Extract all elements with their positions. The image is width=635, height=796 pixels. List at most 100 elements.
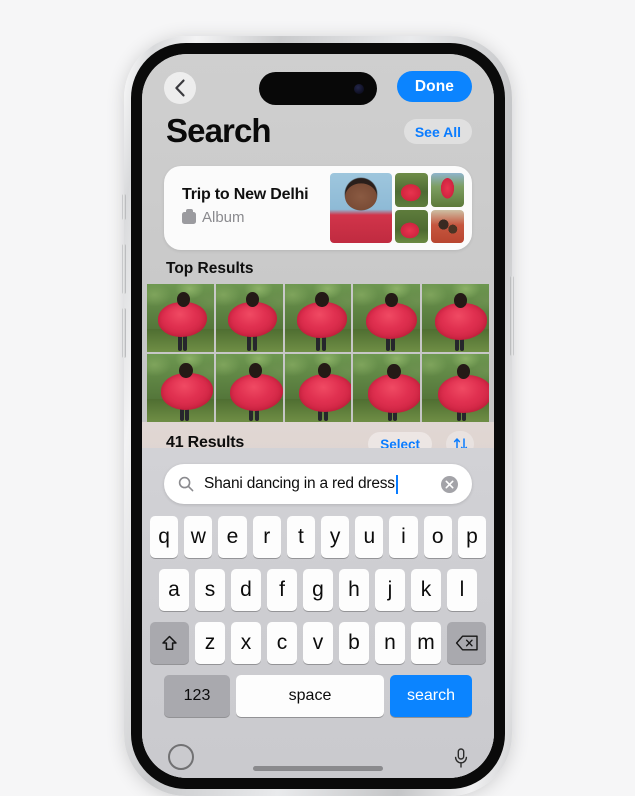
shift-icon bbox=[162, 635, 177, 650]
search-return-key-label: search bbox=[406, 687, 456, 704]
key-i[interactable]: i bbox=[389, 516, 418, 558]
space-key-label: space bbox=[288, 687, 332, 704]
key-w[interactable]: w bbox=[184, 516, 213, 558]
key-z[interactable]: z bbox=[195, 622, 225, 664]
key-e[interactable]: e bbox=[218, 516, 247, 558]
key-x[interactable]: x bbox=[231, 622, 261, 664]
key-h[interactable]: h bbox=[339, 569, 369, 611]
key-label: k bbox=[420, 578, 432, 601]
back-button[interactable] bbox=[164, 72, 196, 104]
space-key[interactable]: space bbox=[236, 675, 384, 717]
key-label: r bbox=[263, 525, 271, 548]
microphone-icon[interactable] bbox=[454, 748, 468, 768]
numbers-key[interactable]: 123 bbox=[164, 675, 230, 717]
volume-down-button[interactable] bbox=[122, 308, 126, 358]
key-y[interactable]: y bbox=[321, 516, 350, 558]
album-thumbnail-stack bbox=[330, 173, 464, 243]
key-label: z bbox=[204, 631, 216, 654]
delete-key[interactable] bbox=[447, 622, 486, 664]
key-label: e bbox=[226, 525, 239, 548]
key-label: d bbox=[240, 578, 252, 601]
album-result-card[interactable]: Trip to New Delhi Album bbox=[164, 166, 472, 250]
done-button-label: Done bbox=[414, 77, 454, 95]
key-m[interactable]: m bbox=[411, 622, 441, 664]
shift-key[interactable] bbox=[150, 622, 189, 664]
key-n[interactable]: n bbox=[375, 622, 405, 664]
search-icon bbox=[178, 476, 194, 492]
power-button[interactable] bbox=[510, 276, 514, 356]
photo-thumbnail[interactable] bbox=[147, 354, 214, 422]
key-c[interactable]: c bbox=[267, 622, 297, 664]
search-input-value: Shani dancing in a red dress bbox=[204, 475, 395, 492]
keyboard-region: Shani dancing in a red dress qwe r t yu i op … bbox=[142, 448, 494, 778]
album-thumb-row bbox=[395, 173, 464, 207]
silent-switch[interactable] bbox=[122, 194, 126, 220]
volume-up-button[interactable] bbox=[122, 244, 126, 294]
key-s[interactable]: s bbox=[195, 569, 225, 611]
key-q[interactable]: q bbox=[149, 516, 179, 558]
key-label: p bbox=[466, 525, 478, 548]
key-label: a bbox=[168, 578, 180, 601]
key-label: x bbox=[240, 631, 252, 654]
album-title: Trip to New Delhi bbox=[182, 186, 309, 203]
photo-thumbnail[interactable] bbox=[147, 284, 214, 352]
photo-thumbnail[interactable] bbox=[284, 354, 352, 422]
key-label: y bbox=[329, 525, 341, 548]
key-j[interactable]: j bbox=[375, 569, 405, 611]
photo-thumbnail[interactable] bbox=[215, 284, 283, 352]
virtual-keyboard: qwe rtyuiop a s dfghjk l z x c vbnm 123 space s… bbox=[142, 516, 494, 778]
photo-thumbnail[interactable] bbox=[422, 284, 489, 352]
done-button[interactable]: Done bbox=[396, 71, 472, 102]
search-header: Search See All bbox=[142, 112, 494, 160]
search-input[interactable]: Shani dancing in a red dress bbox=[164, 464, 472, 504]
photo-thumbnail[interactable] bbox=[353, 354, 421, 422]
album-subtitle: Album bbox=[202, 209, 245, 226]
album-thumb-3 bbox=[395, 209, 428, 243]
key-t[interactable]: t bbox=[286, 516, 315, 558]
phone-bezel: Done Search See All Trip to New Delhi Al… bbox=[131, 43, 505, 789]
key-b[interactable]: b bbox=[339, 622, 369, 664]
photo-thumbnail[interactable] bbox=[215, 354, 283, 422]
photos-search-app: Done Search See All Trip to New Delhi Al… bbox=[142, 54, 494, 778]
key-label: l bbox=[459, 578, 465, 601]
top-results-heading: Top Results bbox=[166, 260, 254, 277]
key-u[interactable]: u bbox=[355, 516, 384, 558]
key-g[interactable]: g bbox=[303, 569, 333, 611]
key-l[interactable]: l bbox=[447, 569, 477, 611]
key-v[interactable]: v bbox=[303, 622, 333, 664]
keyboard-row-1: qwe r t yu i op bbox=[142, 516, 494, 558]
key-p[interactable]: p bbox=[457, 516, 487, 558]
key-label: m bbox=[417, 631, 435, 654]
key-f[interactable]: f bbox=[267, 569, 297, 611]
key-a[interactable]: a bbox=[159, 569, 189, 611]
key-label: c bbox=[276, 631, 288, 654]
key-label: h bbox=[348, 578, 360, 601]
album-thumb-portrait bbox=[330, 173, 392, 243]
key-r[interactable]: r bbox=[252, 516, 281, 558]
keyboard-row-3: z x c v b nm bbox=[142, 622, 494, 664]
globe-icon[interactable] bbox=[168, 744, 194, 770]
search-return-key[interactable]: search bbox=[390, 675, 472, 717]
album-thumb-4 bbox=[431, 209, 464, 243]
key-label: s bbox=[204, 578, 216, 601]
key-d[interactable]: d bbox=[231, 569, 261, 611]
see-all-button[interactable]: See All bbox=[403, 119, 472, 144]
close-icon bbox=[445, 480, 454, 488]
key-label: v bbox=[312, 631, 324, 654]
key-k[interactable]: k bbox=[411, 569, 441, 611]
photo-thumbnail[interactable] bbox=[353, 284, 421, 352]
home-indicator[interactable] bbox=[253, 766, 383, 771]
album-thumb-1 bbox=[395, 173, 428, 207]
clear-search-button[interactable] bbox=[441, 475, 458, 493]
photo-thumbnail[interactable] bbox=[422, 354, 489, 422]
chevron-left-icon bbox=[175, 79, 185, 97]
key-label: w bbox=[190, 525, 206, 548]
album-thumb-column bbox=[395, 173, 464, 243]
photo-thumbnail[interactable] bbox=[284, 284, 352, 352]
keyboard-row-2: a s dfghjk l bbox=[142, 569, 494, 611]
numbers-key-label: 123 bbox=[183, 687, 211, 704]
key-label: u bbox=[363, 525, 376, 548]
key-o[interactable]: o bbox=[423, 516, 452, 558]
delete-icon bbox=[455, 635, 478, 651]
text-caret bbox=[395, 474, 398, 494]
